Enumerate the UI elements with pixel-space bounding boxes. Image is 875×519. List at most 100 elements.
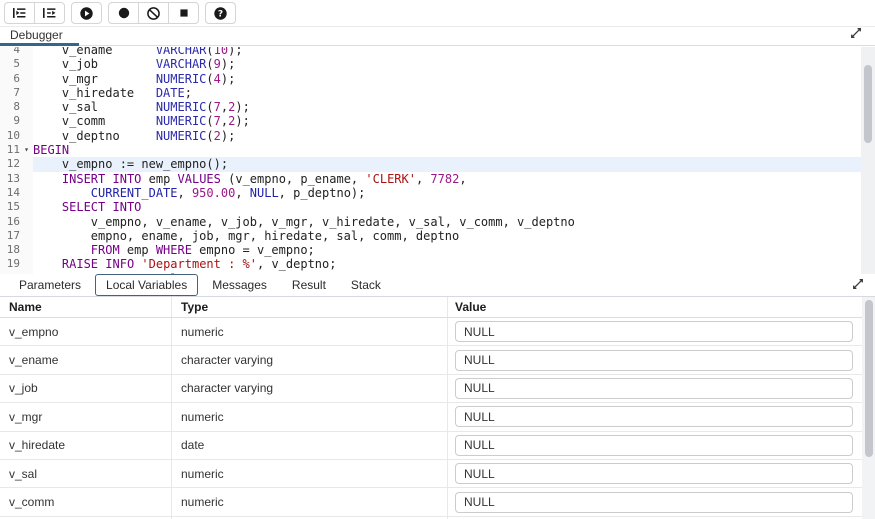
line-gutter[interactable]: 7 xyxy=(0,86,33,100)
step-over-icon xyxy=(42,6,57,20)
tab-result[interactable]: Result xyxy=(281,274,337,296)
clear-breakpoints-icon xyxy=(146,6,161,21)
variable-row: v_hiredatedate xyxy=(0,432,862,460)
code-line[interactable]: 7 v_hiredate DATE; xyxy=(0,86,861,100)
tab-local-variables[interactable]: Local Variables xyxy=(95,274,198,296)
code-line[interactable]: 15 SELECT INTO xyxy=(0,200,861,214)
variable-value-cell xyxy=(448,435,862,456)
line-gutter[interactable]: 11▾ xyxy=(0,143,33,157)
table-header-row: NameTypeValue xyxy=(0,297,862,318)
value-input[interactable] xyxy=(455,321,853,342)
step-over-button[interactable] xyxy=(34,2,65,24)
editor-scrollbar[interactable] xyxy=(861,47,875,274)
main-tab-bar: Debugger xyxy=(0,27,875,46)
code-text: v_ename VARCHAR(10); xyxy=(33,47,861,57)
panel-scrollbar-thumb[interactable] xyxy=(865,300,873,457)
variable-value-cell xyxy=(448,406,862,427)
value-input[interactable] xyxy=(455,378,853,399)
help-button[interactable]: ? xyxy=(205,2,236,24)
line-number: 16 xyxy=(0,215,20,229)
code-line[interactable]: 12 v_empno := new_empno(); xyxy=(0,157,861,171)
toolbar-button-group xyxy=(71,2,102,24)
line-gutter[interactable]: 5 xyxy=(0,57,33,71)
value-input[interactable] xyxy=(455,406,853,427)
code-line[interactable]: 16 v_empno, v_ename, v_job, v_mgr, v_hir… xyxy=(0,215,861,229)
line-gutter[interactable]: 16 xyxy=(0,215,33,229)
line-gutter[interactable]: 6 xyxy=(0,72,33,86)
line-gutter[interactable]: 9 xyxy=(0,114,33,128)
variable-type-cell: character varying xyxy=(172,375,448,402)
fold-spacer xyxy=(20,229,33,243)
stop-button[interactable] xyxy=(168,2,199,24)
variable-name-cell: v_ename xyxy=(0,346,172,373)
fold-spacer xyxy=(20,157,33,171)
line-gutter[interactable]: 15 xyxy=(0,200,33,214)
panel-scrollbar[interactable] xyxy=(862,297,875,519)
code-line[interactable]: 14 CURRENT_DATE, 950.00, NULL, p_deptno)… xyxy=(0,186,861,200)
code-line[interactable]: 17 empno, ename, job, mgr, hiredate, sal… xyxy=(0,229,861,243)
code-line[interactable]: 13 INSERT INTO emp VALUES (v_empno, p_en… xyxy=(0,172,861,186)
line-number: 14 xyxy=(0,186,20,200)
line-number: 5 xyxy=(0,57,20,71)
code-line[interactable]: 6 v_mgr NUMERIC(4); xyxy=(0,72,861,86)
variable-value-cell xyxy=(448,378,862,399)
value-input[interactable] xyxy=(455,492,853,513)
code-line[interactable]: 9 v_comm NUMERIC(7,2); xyxy=(0,114,861,128)
value-input[interactable] xyxy=(455,463,853,484)
variable-value-cell xyxy=(448,463,862,484)
fold-spacer xyxy=(20,57,33,71)
variable-name-cell: v_sal xyxy=(0,460,172,487)
code-text: v_job VARCHAR(9); xyxy=(33,57,861,71)
line-gutter[interactable]: 4 xyxy=(0,47,33,57)
variable-value-cell xyxy=(448,350,862,371)
step-into-icon xyxy=(12,6,27,20)
code-line[interactable]: 18 FROM emp WHERE empno = v_empno; xyxy=(0,243,861,257)
code-line[interactable]: 8 v_sal NUMERIC(7,2); xyxy=(0,100,861,114)
line-gutter[interactable]: 17 xyxy=(0,229,33,243)
continue-button[interactable] xyxy=(71,2,102,24)
editor-scrollbar-thumb[interactable] xyxy=(864,65,872,143)
continue-icon xyxy=(79,6,94,21)
debugger-toolbar: ? xyxy=(0,0,875,27)
code-text: FROM emp WHERE empno = v_empno; xyxy=(33,243,861,257)
editor-expand-button[interactable] xyxy=(847,26,865,42)
panel-expand-button[interactable] xyxy=(849,277,867,293)
fold-arrow-icon[interactable]: ▾ xyxy=(20,143,33,157)
line-number: 11 xyxy=(0,143,20,157)
tab-debugger[interactable]: Debugger xyxy=(0,27,79,46)
tab-parameters[interactable]: Parameters xyxy=(8,274,92,296)
code-text: CURRENT_DATE, 950.00, NULL, p_deptno); xyxy=(33,186,861,200)
value-input[interactable] xyxy=(455,350,853,371)
line-gutter[interactable]: 19 xyxy=(0,257,33,271)
variable-value-cell xyxy=(448,321,862,342)
code-editor[interactable]: 4 v_ename VARCHAR(10);5 v_job VARCHAR(9)… xyxy=(0,47,875,274)
code-text: BEGIN xyxy=(33,143,861,157)
code-text: empno, ename, job, mgr, hiredate, sal, c… xyxy=(33,229,861,243)
expand-icon xyxy=(850,27,862,42)
variable-row: v_enamecharacter varying xyxy=(0,346,862,374)
fold-spacer xyxy=(20,172,33,186)
tab-stack[interactable]: Stack xyxy=(340,274,392,296)
line-gutter[interactable]: 18 xyxy=(0,243,33,257)
code-line[interactable]: 10 v_deptno NUMERIC(2); xyxy=(0,129,861,143)
line-gutter[interactable]: 10 xyxy=(0,129,33,143)
line-number: 18 xyxy=(0,243,20,257)
line-number: 12 xyxy=(0,157,20,171)
fold-spacer xyxy=(20,129,33,143)
fold-spacer xyxy=(20,47,33,57)
clear-breakpoints-button[interactable] xyxy=(138,2,169,24)
line-gutter[interactable]: 14 xyxy=(0,186,33,200)
line-gutter[interactable]: 13 xyxy=(0,172,33,186)
line-gutter[interactable]: 12 xyxy=(0,157,33,171)
toggle-breakpoint-button[interactable] xyxy=(108,2,139,24)
line-gutter[interactable]: 8 xyxy=(0,100,33,114)
tab-messages[interactable]: Messages xyxy=(201,274,278,296)
value-input[interactable] xyxy=(455,435,853,456)
code-line[interactable]: 11▾BEGIN xyxy=(0,143,861,157)
line-number: 19 xyxy=(0,257,20,271)
code-line[interactable]: 19 RAISE INFO 'Department : %', v_deptno… xyxy=(0,257,861,271)
code-line[interactable]: 4 v_ename VARCHAR(10); xyxy=(0,47,861,57)
step-into-button[interactable] xyxy=(4,2,35,24)
line-number: 4 xyxy=(0,47,20,57)
code-line[interactable]: 5 v_job VARCHAR(9); xyxy=(0,57,861,71)
